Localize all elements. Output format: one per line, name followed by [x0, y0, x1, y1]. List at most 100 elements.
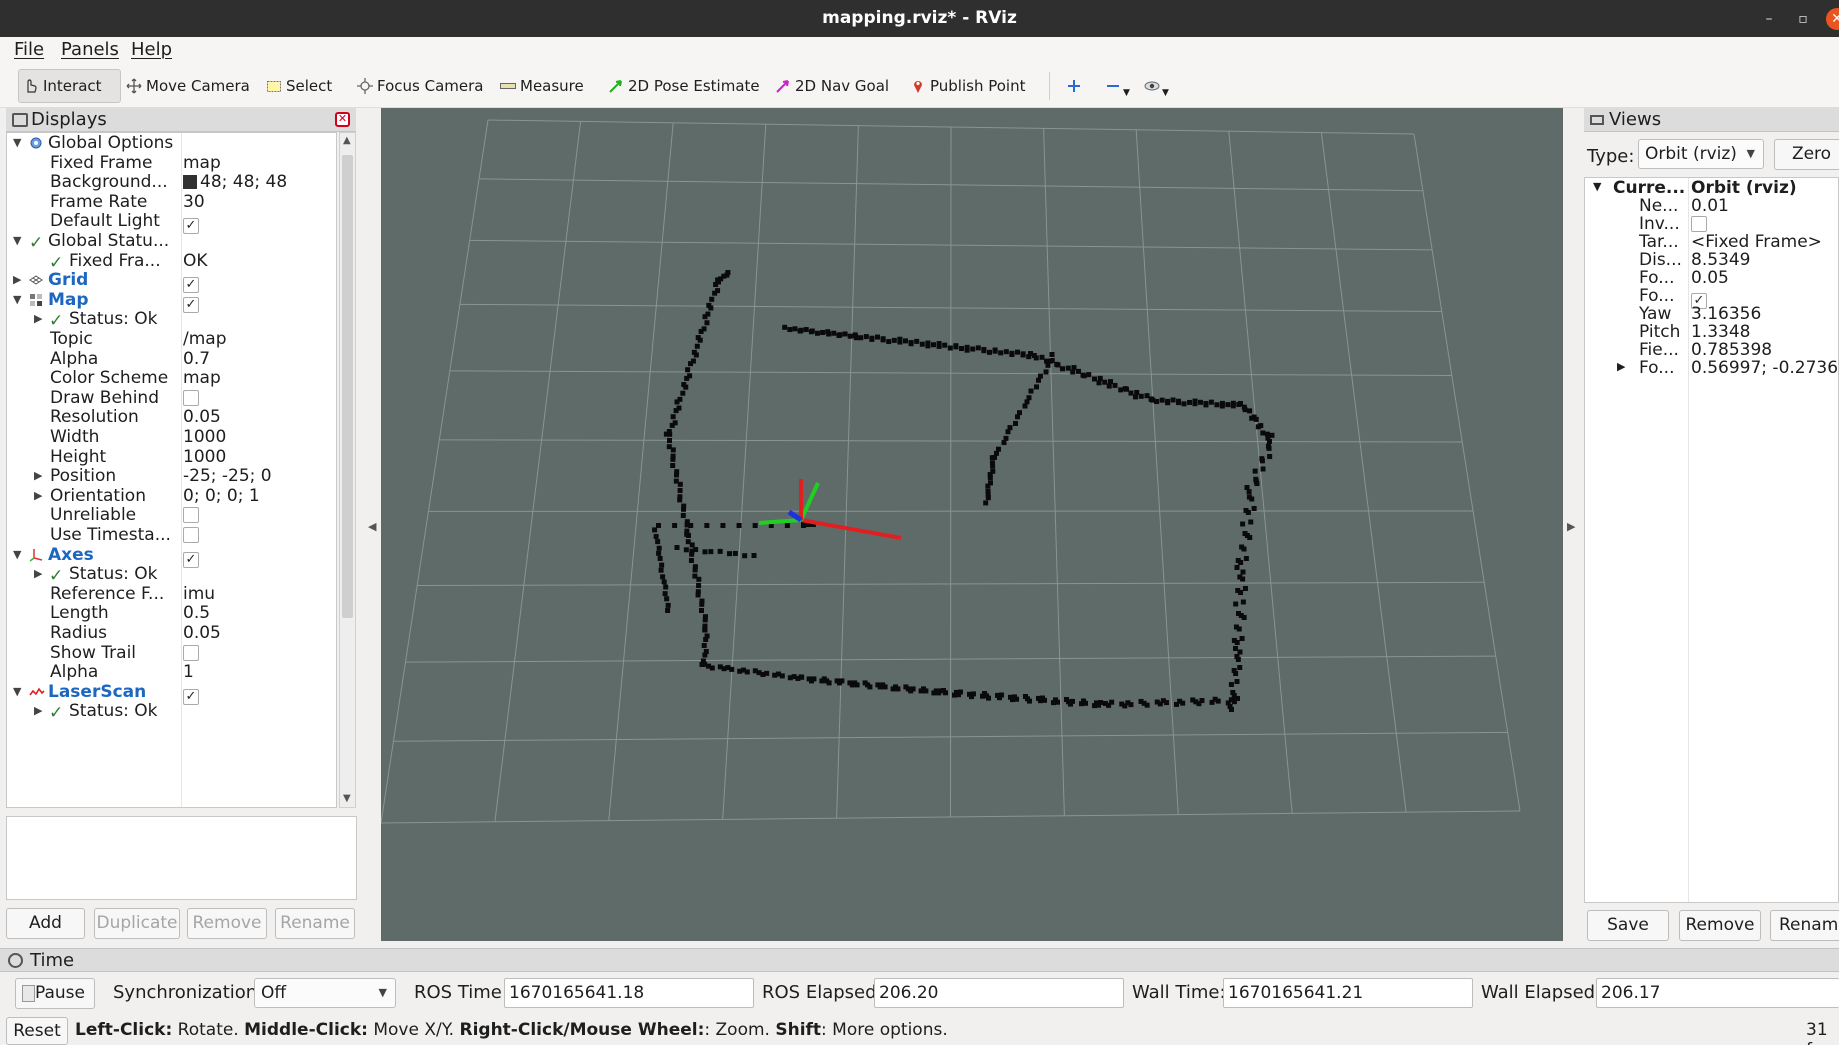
rename-display-button[interactable]: Rename — [275, 908, 355, 939]
view-property-checkbox[interactable] — [1691, 214, 1838, 234]
duplicate-display-button[interactable]: Duplicate — [94, 908, 180, 939]
view-property-value[interactable]: 8.5349 — [1691, 250, 1838, 270]
view-property-row[interactable]: ▶ Fo... 0.56997; -0.2736... — [1585, 358, 1838, 379]
display-row-value[interactable]: 0.05 — [183, 407, 336, 427]
map-cell — [803, 327, 809, 333]
view-property-value[interactable]: 0.56997; -0.2736... — [1691, 358, 1838, 378]
map-cell — [1051, 700, 1056, 706]
sync-select[interactable]: Off ▼ — [254, 978, 396, 1008]
display-row-value[interactable]: 1000 — [183, 427, 336, 447]
render-canvas[interactable] — [381, 108, 1563, 941]
ros-time-field[interactable]: 1670165641.18 — [504, 978, 754, 1008]
display-row[interactable]: ▶ ✓ Status: Ok — [7, 701, 336, 724]
view-property-value[interactable]: 0.05 — [1691, 268, 1838, 288]
scrollbar-thumb[interactable] — [342, 155, 353, 618]
publish-point-tool-button[interactable]: Publish Point — [906, 69, 1029, 103]
select-tool-button[interactable]: Select — [262, 69, 336, 103]
menu-file[interactable]: File — [14, 39, 44, 60]
expand-down-icon[interactable]: ▼ — [13, 136, 21, 149]
occupancy-map — [652, 270, 1275, 712]
expand-right-icon[interactable]: ▶ — [34, 704, 42, 717]
checkbox[interactable] — [183, 644, 199, 661]
display-row-checkbox[interactable] — [183, 643, 336, 663]
scroll-down-icon[interactable]: ▼ — [343, 793, 351, 804]
view-options-button[interactable]: ▼ — [1140, 69, 1173, 103]
render-viewport[interactable] — [381, 108, 1563, 941]
menu-panels[interactable]: Panels — [61, 39, 119, 60]
expand-down-icon[interactable]: ▼ — [13, 293, 21, 306]
add-tool-button[interactable] — [1062, 69, 1086, 103]
close-panel-icon[interactable]: ✕ — [335, 112, 350, 127]
display-row-color[interactable]: 48; 48; 48 — [183, 172, 336, 192]
display-row-value[interactable]: map — [183, 153, 336, 173]
measure-tool-button[interactable]: Measure — [496, 69, 588, 103]
display-row-checkbox[interactable] — [183, 505, 336, 525]
expand-down-icon[interactable]: ▼ — [13, 234, 21, 247]
wall-elapsed-field[interactable]: 206.17 — [1596, 978, 1839, 1008]
expand-right-icon[interactable]: ▶ — [34, 469, 42, 482]
display-row-value[interactable]: 0.5 — [183, 603, 336, 623]
expand-right-icon[interactable]: ▶ — [1617, 360, 1625, 373]
move-camera-tool-button[interactable]: Move Camera — [122, 69, 254, 103]
display-row-value[interactable]: 0; 0; 0; 1 — [183, 486, 336, 506]
view-property-value[interactable]: 3.16356 — [1691, 304, 1838, 324]
save-view-button[interactable]: Save — [1587, 910, 1669, 941]
collapse-left-icon[interactable]: ◀ — [368, 520, 376, 533]
remove-tool-button[interactable]: ▼ — [1101, 69, 1134, 103]
remove-view-button[interactable]: Remove — [1679, 910, 1761, 941]
checkbox[interactable] — [1691, 216, 1707, 232]
view-property-value[interactable]: 0.785398 — [1691, 340, 1838, 360]
nav-goal-tool-button[interactable]: 2D Nav Goal — [771, 69, 893, 103]
displays-scrollbar[interactable]: ▲ ▼ — [339, 132, 356, 808]
map-cell — [680, 390, 686, 396]
interact-tool-button[interactable]: Interact — [18, 69, 121, 103]
color-swatch[interactable] — [183, 175, 197, 190]
display-row-value[interactable]: OK — [183, 251, 336, 271]
ros-elapsed-field[interactable]: 206.20 — [874, 978, 1124, 1008]
view-property-value[interactable]: <Fixed Frame> — [1691, 232, 1838, 252]
reset-button[interactable]: Reset — [6, 1017, 68, 1045]
display-row-value[interactable]: 0.7 — [183, 349, 336, 369]
zero-view-button[interactable]: Zero — [1774, 139, 1839, 170]
minimize-icon[interactable]: – — [1758, 8, 1780, 30]
display-row-checkbox[interactable] — [183, 388, 336, 408]
expand-down-icon[interactable]: ▼ — [13, 548, 21, 561]
display-row-value[interactable]: 0.05 — [183, 623, 336, 643]
expand-right-icon[interactable]: ▶ — [34, 312, 42, 325]
display-row-value[interactable]: map — [183, 368, 336, 388]
expand-right-icon[interactable]: ▶ — [13, 273, 21, 286]
view-property-value[interactable]: 0.01 — [1691, 196, 1838, 216]
views-tree[interactable]: ▼ Curre... Orbit (rviz) Ne... 0.01 Inv... Tar.… — [1584, 177, 1839, 903]
pose-estimate-label: 2D Pose Estimate — [628, 77, 760, 95]
expand-down-icon[interactable]: ▼ — [13, 685, 21, 698]
focus-camera-tool-button[interactable]: Focus Camera — [353, 69, 487, 103]
expand-right-icon[interactable]: ▶ — [34, 567, 42, 580]
displays-tree[interactable]: ▼ Global Options Fixed Frame map Background.… — [6, 132, 337, 808]
menu-help[interactable]: Help — [131, 39, 172, 60]
map-cell — [1235, 657, 1241, 662]
scroll-up-icon[interactable]: ▲ — [343, 135, 351, 146]
checkbox[interactable] — [183, 507, 199, 524]
rename-view-button[interactable]: Renam — [1770, 910, 1839, 941]
collapse-right-icon[interactable]: ▶ — [1567, 520, 1575, 533]
wall-time-field[interactable]: 1670165641.21 — [1223, 978, 1473, 1008]
expand-down-icon[interactable]: ▼ — [1593, 180, 1601, 193]
checkbox[interactable] — [183, 389, 199, 406]
display-row-value[interactable]: -25; -25; 0 — [183, 466, 336, 486]
display-row-checkbox[interactable] — [183, 525, 336, 545]
expand-right-icon[interactable]: ▶ — [34, 489, 42, 502]
maximize-icon[interactable]: ▫ — [1792, 8, 1814, 30]
view-property-value[interactable]: 1.3348 — [1691, 322, 1838, 342]
display-row-label: Color Scheme — [50, 368, 169, 389]
display-row-value[interactable]: 30 — [183, 192, 336, 212]
display-row-value[interactable]: imu — [183, 584, 336, 604]
view-type-select[interactable]: Orbit (rviz) ▼ — [1638, 139, 1764, 169]
checkbox[interactable] — [183, 527, 199, 543]
remove-display-button[interactable]: Remove — [187, 908, 267, 939]
display-row-value[interactable]: 1000 — [183, 447, 336, 467]
display-row-value[interactable]: 1 — [183, 662, 336, 682]
pause-button[interactable]: Pause — [15, 978, 95, 1009]
display-row-value[interactable]: /map — [183, 329, 336, 349]
pose-estimate-tool-button[interactable]: 2D Pose Estimate — [604, 69, 764, 103]
add-display-button[interactable]: Add — [6, 908, 85, 939]
